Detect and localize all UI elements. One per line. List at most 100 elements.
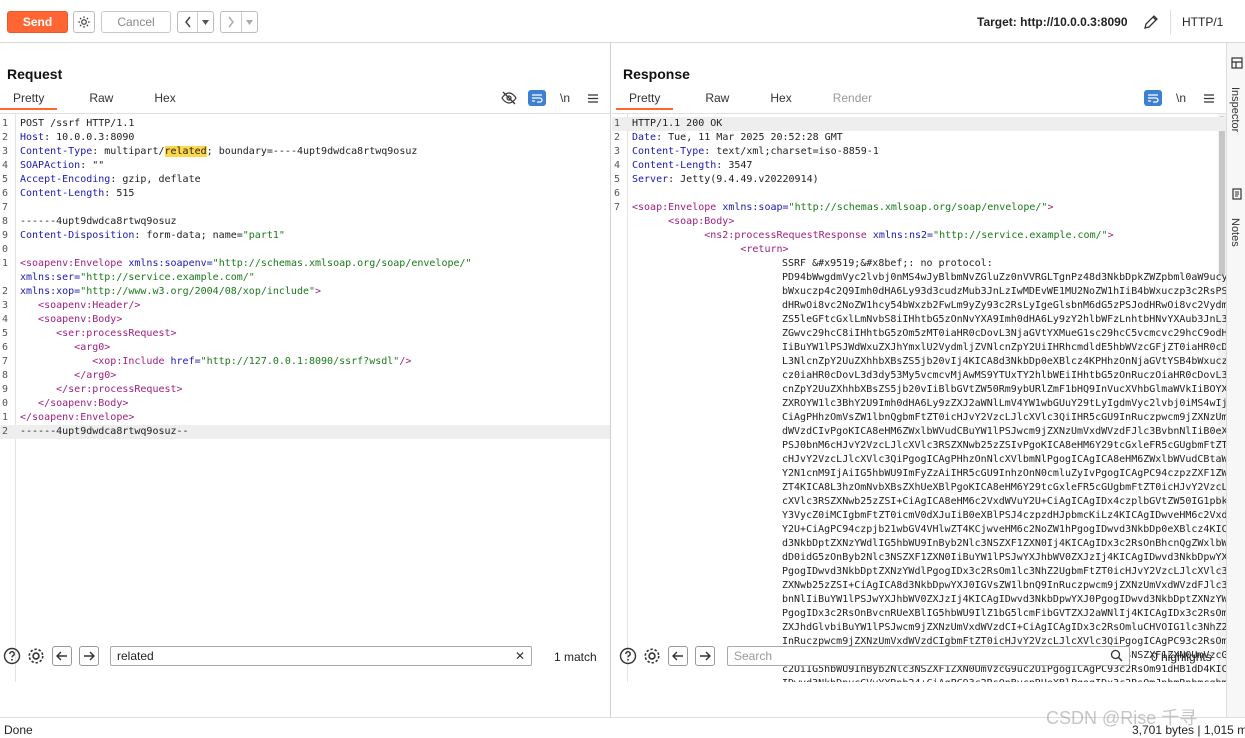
response-body-line: ZGwvc29hcC8iIHhtbG5zOm5zMT0iaHR0cDovL3Nj… (782, 328, 1226, 339)
line-number: 7 (2, 356, 9, 367)
code-line: 6 (612, 187, 1226, 201)
code-line: 2 xmlns:xop="http://www.w3.org/2004/08/xo… (0, 285, 610, 299)
response-body-line: ZXJhdGlvbiBuYW1lPSJwcm9jZXNzUmVxdWVzdCI+… (782, 622, 1226, 633)
tab-render[interactable]: Render (805, 90, 885, 110)
next-match-button[interactable] (695, 646, 715, 666)
send-button[interactable]: Send (7, 11, 68, 33)
newline-toggle-button[interactable]: \n (1172, 90, 1190, 106)
code-line: 5 Server: Jetty(9.4.49.v20220914) (612, 173, 1226, 187)
line-content: ------4upt9dwdca8rtwq9osuz-- (20, 426, 189, 437)
response-tabs: Pretty Raw Hex Render (616, 90, 885, 110)
tab-hex[interactable]: Hex (126, 90, 188, 110)
back-nav[interactable] (177, 11, 214, 33)
forward-nav[interactable] (220, 11, 258, 33)
line-number: 3 (614, 146, 621, 157)
code-line: xmlns:ser="http://service.example.com/" (0, 271, 610, 285)
tab-hex[interactable]: Hex (742, 90, 804, 110)
request-search-input[interactable]: related ✕ (110, 646, 532, 666)
search-settings-button[interactable] (642, 646, 662, 666)
response-body-line: PD94bWwgdmVyc2lvbj0nMS4wJyBlbmNvZGluZz0n… (782, 272, 1226, 283)
code-line: 2 Host: 10.0.0.3:8090 (0, 131, 610, 145)
http-version[interactable]: HTTP/1 (1182, 15, 1223, 29)
line-content: <xop:Include href="http://127.0.0.1:8090… (20, 356, 412, 367)
response-body-line: IiBuYW1lPSJWdWxuZXJhYmxlU2VydmljZVNlcnZp… (782, 342, 1226, 353)
code-line: 6 Content-Length: 515 (0, 187, 610, 201)
clear-search-icon[interactable]: ✕ (515, 647, 525, 665)
line-content: <soapenv:Body> (20, 314, 123, 325)
inspector-tab[interactable]: Inspector (1227, 57, 1245, 132)
newline-toggle-button[interactable]: \n (556, 90, 574, 106)
tab-raw[interactable]: Raw (673, 90, 742, 110)
response-body-line: CiAgPHhzOmVsZW1lbnQgbmFtZT0icHJvY2VzcLJl… (782, 412, 1226, 423)
line-number: 4 (614, 160, 621, 171)
response-body-line: L3NlcnZpY2UuZXhhbXBsZS5jb20vIj4KICA8d3Nk… (782, 356, 1226, 367)
help-button[interactable] (618, 646, 638, 666)
tab-pretty[interactable]: Pretty (0, 90, 58, 110)
code-line: 8 ------4upt9dwdca8rtwq9osuz (0, 215, 610, 229)
line-content: Content-Length: 515 (20, 188, 135, 199)
response-body-line: Y2U+CiAgPC94czpjb21wbGV4VHlwZT4KCjwveHM6… (782, 524, 1226, 535)
prev-match-button[interactable] (52, 646, 72, 666)
line-number: 1 (2, 118, 9, 129)
wrap-lines-button[interactable] (528, 90, 546, 106)
line-content: <soapenv:Header/> (20, 300, 141, 311)
response-body-line: ZS5leGFtcGxlLmNvbS8iIHhtbG5zOnNvYXA9Imh0… (782, 314, 1226, 325)
cancel-button[interactable]: Cancel (101, 11, 171, 33)
chevron-right-icon[interactable] (221, 12, 242, 32)
line-number: 6 (2, 342, 9, 353)
edit-target-button[interactable] (1140, 11, 1162, 33)
response-body-line: IDwvd3NkbDpvcGVyYXRpb24+CiAgPC93c2RsOnBv… (782, 677, 1226, 682)
response-title: Response (623, 66, 690, 82)
gear-icon (644, 648, 660, 664)
line-content: <return> (632, 244, 789, 255)
response-body-line: ZXROYW1lc3BhY2U9Imh0dHA6Ly9zZXJ2aWNlLmV4… (782, 398, 1226, 409)
line-content: xmlns:xop="http://www.w3.org/2004/08/xop… (20, 286, 322, 297)
code-line: 1 HTTP/1.1 200 OK (612, 117, 1226, 131)
line-content: Content-Disposition: form-data; name="pa… (20, 230, 285, 241)
line-number: 6 (614, 188, 621, 199)
pencil-icon (1144, 15, 1158, 29)
line-number: 5 (2, 174, 9, 185)
line-number: 0 (2, 398, 9, 409)
response-editor[interactable]: 1 HTTP/1.1 200 OK 2 Date: Tue, 11 Mar 2025 … (612, 113, 1226, 682)
line-content: Date: Tue, 11 Mar 2025 20:52:28 GMT (632, 132, 843, 143)
wrap-lines-button[interactable] (1144, 90, 1162, 106)
next-match-button[interactable] (79, 646, 99, 666)
tab-raw[interactable]: Raw (57, 90, 126, 110)
line-number: 1 (2, 258, 9, 269)
code-line: 1 </soapenv:Envelope> (0, 411, 610, 425)
search-settings-button[interactable] (26, 646, 46, 666)
help-button[interactable] (2, 646, 22, 666)
hamburger-icon (588, 93, 598, 103)
response-body-line: SSRF &#x9519;&#x8bef;: no protocol: (782, 258, 993, 269)
menu-button[interactable] (1200, 90, 1218, 106)
line-content: Accept-Encoding: gzip, deflate (20, 174, 201, 185)
settings-button[interactable] (73, 11, 95, 33)
code-line: 7 <xop:Include href="http://127.0.0.1:80… (0, 355, 610, 369)
chevron-down-icon[interactable] (198, 12, 213, 32)
response-body-line: dHRwOi8vc2NoZW1hcy54bWxzb2FwLm9yZy93c2Rs… (782, 300, 1226, 311)
request-editor[interactable]: 1 POST /ssrf HTTP/1.1 2 Host: 10.0.0.3:8090… (0, 113, 610, 682)
chevron-left-icon[interactable] (178, 12, 198, 32)
hamburger-icon (1204, 93, 1214, 103)
chevron-down-icon[interactable] (242, 12, 257, 32)
request-editor-icons: \n (500, 90, 602, 106)
line-number: 2 (2, 132, 9, 143)
prev-match-button[interactable] (668, 646, 688, 666)
request-title: Request (7, 66, 63, 82)
search-placeholder: Search (734, 649, 773, 663)
line-content: <ns2:processRequestResponse xmlns:ns2="h… (632, 230, 1114, 241)
hide-nonprinting-button[interactable] (500, 90, 518, 106)
response-body-line: ZXNwb25zZSI+CiAgICA8d3NkbDpwYXJ0IGVsZW1l… (782, 580, 1226, 591)
tab-pretty[interactable]: Pretty (616, 90, 674, 110)
response-body-line: cz0iaHR0cDovL3d3dy53My5vcmcvMjAwMS9YTUxT… (782, 370, 1226, 381)
line-content: <soap:Envelope xmlns:soap="http://schema… (632, 202, 1054, 213)
notes-tab[interactable]: Notes (1227, 188, 1245, 247)
arrow-right-icon (700, 651, 711, 661)
arrow-left-icon (672, 651, 683, 661)
line-number: 4 (2, 160, 9, 171)
response-search-input[interactable]: Search (727, 646, 1130, 666)
watermark: CSDN @Rise 千寻 (1046, 708, 1198, 728)
menu-button[interactable] (584, 90, 602, 106)
toolbar-divider (1170, 10, 1171, 34)
